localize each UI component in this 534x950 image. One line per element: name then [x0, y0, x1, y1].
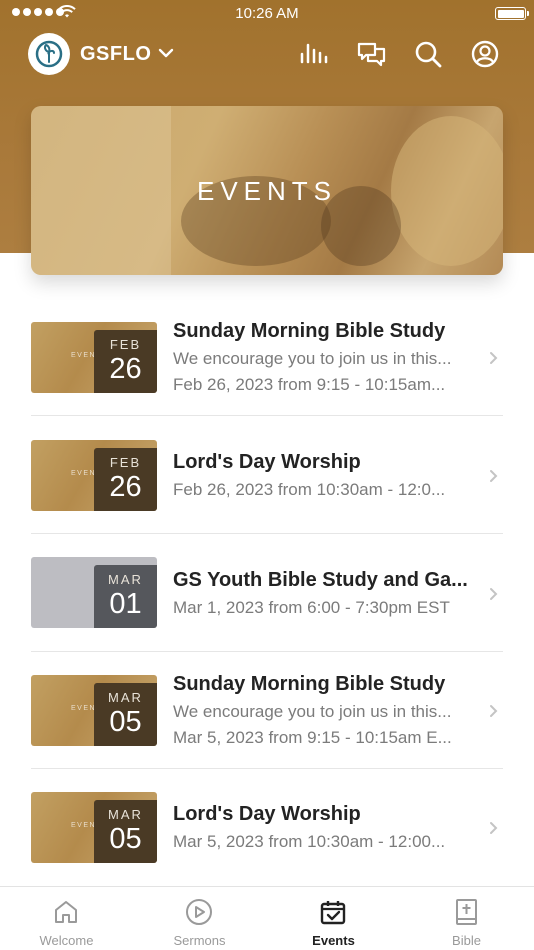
event-row[interactable]: EVENTS MAR 05 Sunday Morning Bible Study…	[31, 651, 503, 769]
calendar-check-icon	[320, 901, 346, 925]
event-day: 26	[109, 353, 142, 385]
tab-sermons[interactable]: Sermons	[133, 887, 266, 950]
chevron-down-icon[interactable]	[158, 48, 174, 58]
event-date-badge: MAR 05	[94, 800, 157, 863]
bible-icon	[456, 899, 477, 925]
event-date-badge: MAR 05	[94, 683, 157, 746]
tab-label: Welcome	[39, 933, 94, 948]
profile-icon[interactable]	[470, 40, 500, 70]
event-month: MAR	[108, 690, 143, 705]
tab-label: Sermons	[173, 933, 226, 948]
top-bar: GSFLO	[0, 30, 534, 80]
chevron-right-icon	[490, 705, 498, 717]
tab-welcome[interactable]: Welcome	[0, 887, 133, 950]
event-row[interactable]: EVENTS FEB 26 Lord's Day Worship Feb 26,…	[31, 416, 503, 534]
event-month: FEB	[109, 455, 142, 470]
event-date-badge: FEB 26	[94, 330, 157, 393]
event-date-badge: FEB 26	[94, 448, 157, 511]
event-title: GS Youth Bible Study and Ga...	[173, 569, 468, 591]
event-thumbnail: EVENTS FEB 26	[31, 440, 157, 511]
event-day: 01	[109, 588, 142, 620]
event-row[interactable]: EVENTS FEB 26 Sunday Morning Bible Study…	[31, 298, 503, 416]
hero-title: EVENTS	[196, 176, 338, 206]
event-day: 05	[109, 823, 142, 855]
chevron-right-icon	[490, 588, 498, 600]
logo-icon[interactable]	[28, 33, 70, 75]
event-title: Lord's Day Worship	[173, 451, 361, 473]
chat-icon[interactable]	[357, 40, 387, 70]
event-description: We encourage you to join us in this...	[173, 349, 452, 368]
event-schedule: Feb 26, 2023 from 10:30am - 12:0...	[173, 480, 446, 499]
event-thumbnail: EVENTS MAR 05	[31, 792, 157, 863]
event-thumbnail: EVENTS MAR 05	[31, 675, 157, 746]
play-icon	[186, 899, 212, 925]
event-month: MAR	[108, 572, 143, 587]
battery-icon	[495, 7, 529, 20]
event-schedule: Feb 26, 2023 from 9:15 - 10:15am...	[173, 375, 446, 394]
event-day: 05	[109, 706, 142, 738]
search-icon[interactable]	[414, 40, 444, 70]
event-schedule: Mar 1, 2023 from 6:00 - 7:30pm EST	[173, 598, 450, 617]
event-row[interactable]: MAR 01 GS Youth Bible Study and Ga... Ma…	[31, 534, 503, 652]
event-row[interactable]: EVENTS MAR 05 Lord's Day Worship Mar 5, …	[31, 769, 503, 887]
event-title: Sunday Morning Bible Study	[173, 673, 446, 695]
events-hero-banner: EVENTS	[31, 106, 503, 275]
event-month: FEB	[109, 337, 142, 352]
tab-label: Bible	[452, 933, 481, 948]
event-description: We encourage you to join us in this...	[173, 702, 452, 721]
event-day: 26	[109, 471, 142, 503]
event-month: MAR	[108, 807, 143, 822]
tab-events[interactable]: Events	[267, 887, 400, 950]
event-title: Lord's Day Worship	[173, 803, 361, 825]
tab-bar: Welcome Sermons Events Bible	[0, 886, 534, 950]
event-schedule: Mar 5, 2023 from 9:15 - 10:15am E...	[173, 728, 452, 747]
status-bar: 10:26 AM	[0, 0, 534, 28]
status-time: 10:26 AM	[235, 5, 299, 22]
home-icon	[55, 901, 77, 923]
event-schedule: Mar 5, 2023 from 10:30am - 12:00...	[173, 832, 446, 851]
event-thumbnail: MAR 01	[31, 557, 157, 628]
chevron-right-icon	[490, 352, 498, 364]
org-name[interactable]: GSFLO	[80, 43, 151, 66]
tab-label: Events	[312, 933, 355, 948]
chevron-right-icon	[490, 470, 498, 482]
event-thumbnail: EVENTS FEB 26	[31, 322, 157, 393]
chevron-right-icon	[490, 822, 498, 834]
tab-bible[interactable]: Bible	[400, 887, 533, 950]
event-date-badge: MAR 01	[94, 565, 157, 628]
stats-icon[interactable]	[299, 40, 329, 70]
event-title: Sunday Morning Bible Study	[173, 320, 446, 342]
